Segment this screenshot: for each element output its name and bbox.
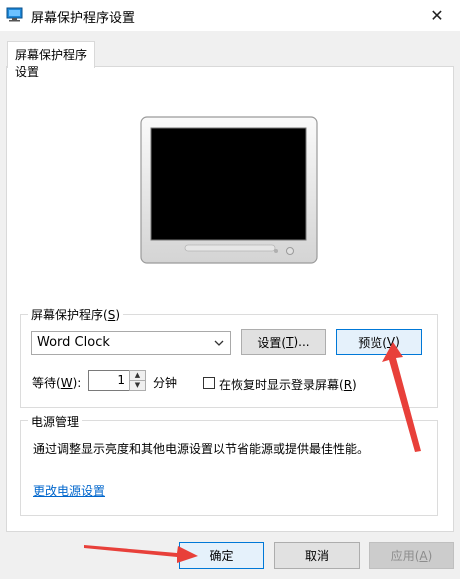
wait-minutes-input[interactable]: 1 xyxy=(88,370,130,391)
apply-button[interactable]: 应用(A) xyxy=(369,542,454,569)
title-bar: 屏幕保护程序设置 ✕ xyxy=(0,0,460,31)
power-description: 通过调整显示亮度和其他电源设置以节省能源或提供最佳性能。 xyxy=(33,442,370,456)
tab-label: 屏幕保护程序设置 xyxy=(15,48,88,79)
tab-screensaver-settings[interactable]: 屏幕保护程序设置 xyxy=(7,41,95,79)
stepper-down-icon[interactable]: ▼ xyxy=(130,381,145,390)
stepper-up-icon[interactable]: ▲ xyxy=(130,371,145,381)
cancel-button[interactable]: 取消 xyxy=(274,542,360,569)
change-power-settings-link[interactable]: 更改电源设置 xyxy=(33,482,105,499)
preview-button[interactable]: 预览(V) xyxy=(336,329,422,355)
ok-button[interactable]: 确定 xyxy=(179,542,264,569)
screensaver-selected: Word Clock xyxy=(37,335,110,350)
display-settings-icon xyxy=(6,7,23,22)
wait-minutes-stepper[interactable]: ▲ ▼ xyxy=(129,370,146,391)
screensaver-select[interactable]: Word Clock xyxy=(31,331,231,355)
resume-login-label: 在恢复时显示登录屏幕(R) xyxy=(219,378,357,392)
wait-label: 等待(W): xyxy=(32,376,82,390)
power-group-label: 电源管理 xyxy=(28,413,83,430)
close-icon: ✕ xyxy=(430,6,444,25)
power-group xyxy=(20,420,438,516)
monitor-preview xyxy=(140,116,318,264)
window-title: 屏幕保护程序设置 xyxy=(31,11,136,26)
close-button[interactable]: ✕ xyxy=(414,0,460,31)
wait-unit: 分钟 xyxy=(153,376,178,390)
chevron-down-icon xyxy=(214,340,224,346)
resume-login-checkbox[interactable] xyxy=(203,377,215,389)
settings-button[interactable]: 设置(T)... xyxy=(241,329,326,355)
screensaver-group-label: 屏幕保护程序(S) xyxy=(28,306,123,323)
